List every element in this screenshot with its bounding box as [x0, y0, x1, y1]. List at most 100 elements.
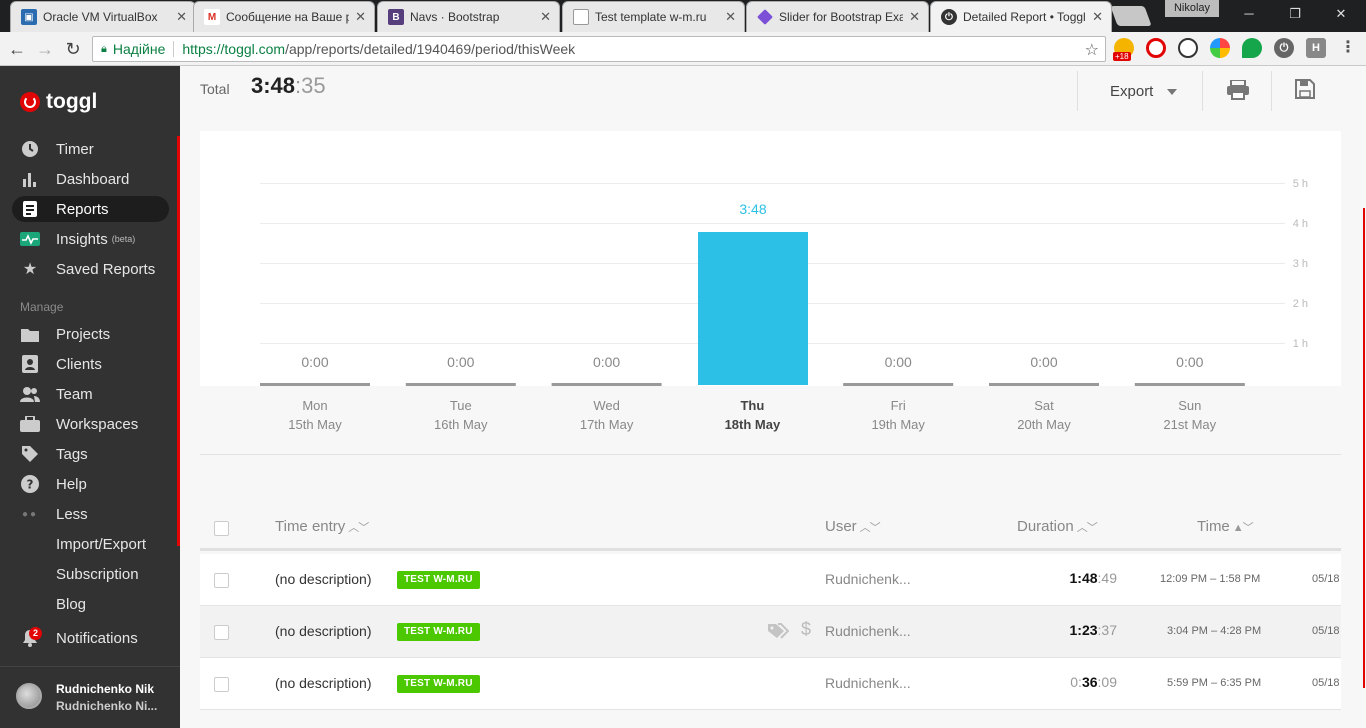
divider — [1202, 71, 1203, 111]
sidebar-item-subscription[interactable]: Subscription — [12, 561, 169, 587]
chart-bar — [405, 383, 516, 386]
project-tag[interactable]: TEST W-M.RU — [397, 675, 480, 693]
close-tab-icon[interactable]: ✕ — [909, 9, 920, 25]
sidebar-item-workspaces[interactable]: Workspaces — [12, 411, 169, 437]
close-tab-icon[interactable]: ✕ — [176, 9, 187, 25]
sidebar-item-dashboard[interactable]: Dashboard — [12, 166, 169, 192]
sidebar-item-import-export[interactable]: Import/Export — [12, 531, 169, 557]
sidebar-item-reports[interactable]: Reports — [12, 196, 169, 222]
billable-dollar-icon[interactable]: $ — [801, 619, 811, 640]
x-tick-label: Mon 15th May — [260, 396, 370, 434]
total-label: Total — [200, 81, 230, 97]
bar-value-label: 3:48 — [739, 201, 766, 217]
sidebar-item-label: Subscription — [56, 565, 139, 583]
tab-title: Test template w-m.ru — [595, 10, 707, 24]
y-tick-label: 3 h — [1293, 258, 1308, 270]
table-row[interactable]: (no description) TEST W-M.RU $ Rudnichen… — [200, 606, 1341, 658]
browser-tab-toggl[interactable]: ⏻ Detailed Report • Toggl ✕ — [930, 1, 1112, 32]
opera-icon[interactable] — [1146, 38, 1166, 58]
sidebar-item-clients[interactable]: Clients — [12, 351, 169, 377]
tab-title: Сообщение на Ваше р — [226, 10, 350, 24]
sync-icon[interactable] — [1178, 38, 1198, 58]
address-bar[interactable]: 🔒︎ Надійне https://toggl.com /app/report… — [92, 36, 1106, 62]
colorful-extension-icon[interactable] — [1210, 38, 1230, 58]
column-header-user[interactable]: User ︿﹀ — [825, 518, 881, 535]
print-icon[interactable] — [1226, 79, 1250, 100]
new-tab-button[interactable] — [1110, 6, 1152, 26]
entry-time-range[interactable]: 3:04 PM – 4:28 PM — [1167, 625, 1261, 637]
entry-description[interactable]: (no description) — [275, 623, 372, 639]
page-icon — [573, 9, 589, 25]
table-row[interactable]: (no description) TEST W-M.RU Rudnichenk.… — [200, 658, 1341, 710]
h-extension-icon[interactable]: H — [1306, 38, 1326, 58]
toggl-icon: ⏻ — [941, 9, 957, 25]
day-name: Tue — [449, 398, 472, 413]
duration-main: 36 — [1081, 674, 1098, 690]
close-window-icon[interactable]: ✕ — [1318, 0, 1364, 30]
scroll-indicator — [1363, 208, 1365, 688]
column-header-duration[interactable]: Duration ︿﹀ — [1017, 518, 1098, 535]
entry-time-range[interactable]: 5:59 PM – 6:35 PM — [1167, 677, 1261, 689]
profile-badge[interactable]: Nikolay — [1165, 0, 1219, 17]
sidebar-item-timer[interactable]: Timer — [12, 136, 169, 162]
minimize-icon[interactable]: ─ — [1226, 0, 1272, 30]
user-menu[interactable]: Rudnichenko Nik Rudnichenko Ni... — [0, 666, 180, 728]
row-checkbox[interactable] — [214, 573, 229, 588]
maximize-icon[interactable]: ❐ — [1272, 0, 1318, 30]
project-tag[interactable]: TEST W-M.RU — [397, 623, 480, 641]
power-extension-icon[interactable]: ⏻ — [1274, 38, 1294, 58]
bookmark-star-icon[interactable]: ☆ — [1085, 40, 1099, 60]
menu-dots-icon[interactable]: ⋮ — [1338, 38, 1358, 58]
sort-asc-icon: ▲﹀ — [1232, 521, 1254, 534]
entry-duration[interactable]: 1:48:49 — [1070, 570, 1118, 586]
select-all-checkbox[interactable] — [214, 521, 229, 536]
sidebar-item-team[interactable]: Team — [12, 381, 169, 407]
close-tab-icon[interactable]: ✕ — [540, 9, 551, 25]
sidebar-item-tags[interactable]: Tags — [12, 441, 169, 467]
entry-date: 05/18 — [1312, 625, 1340, 637]
close-tab-icon[interactable]: ✕ — [355, 9, 366, 25]
entry-time-range[interactable]: 12:09 PM – 1:58 PM — [1160, 573, 1260, 585]
save-icon[interactable] — [1295, 79, 1317, 101]
row-checkbox[interactable] — [214, 677, 229, 692]
sidebar-item-projects[interactable]: Projects — [12, 321, 169, 347]
tab-title: Slider for Bootstrap Exa — [779, 10, 904, 24]
column-header-time-entry[interactable]: Time entry ︿﹀ — [275, 518, 369, 535]
star-icon: ★ — [22, 261, 38, 278]
browser-tab-template[interactable]: Test template w-m.ru ✕ — [562, 1, 745, 32]
toggl-logo[interactable]: toggl — [20, 90, 97, 114]
sidebar-item-help[interactable]: ? Help — [12, 471, 169, 497]
export-dropdown[interactable]: Export — [1110, 83, 1178, 100]
sidebar-item-less[interactable]: ●● Less — [12, 501, 169, 527]
divider — [1077, 71, 1078, 111]
sidebar-item-blog[interactable]: Blog — [12, 591, 169, 617]
sidebar-item-insights[interactable]: Insights (beta) — [12, 226, 169, 252]
y-tick-label: 2 h — [1293, 298, 1308, 310]
row-checkbox[interactable] — [214, 625, 229, 640]
sidebar-item-saved-reports[interactable]: ★ Saved Reports — [12, 256, 169, 282]
entry-duration[interactable]: 0:36:09 — [1070, 674, 1117, 690]
evernote-icon[interactable] — [1242, 38, 1262, 58]
tags-icon[interactable] — [767, 622, 790, 640]
sidebar: toggl Timer Dashboard Reports Insights (… — [0, 66, 180, 728]
entry-description[interactable]: (no description) — [275, 571, 372, 587]
browser-tab-gmail[interactable]: M Сообщение на Ваше р ✕ — [193, 1, 375, 32]
divider — [1271, 71, 1272, 111]
sidebar-item-label: Blog — [56, 595, 87, 613]
day-date: 18th May — [724, 417, 781, 432]
close-tab-icon[interactable]: ✕ — [1092, 9, 1103, 25]
back-icon[interactable]: ← — [6, 38, 28, 60]
browser-tab-bootstrap[interactable]: B Navs · Bootstrap ✕ — [377, 1, 560, 32]
report-main: Total 3:48:35 Export 1 h2 h3 h4 h5 h 0:00… — [180, 66, 1366, 728]
entry-description[interactable]: (no description) — [275, 675, 372, 691]
reload-icon[interactable]: ↻ — [62, 38, 84, 60]
project-tag[interactable]: TEST W-M.RU — [397, 571, 480, 589]
browser-tab-virtualbox[interactable]: ▣ Oracle VM VirtualBox ✕ — [10, 1, 196, 32]
entry-duration[interactable]: 1:23:37 — [1070, 622, 1118, 638]
column-header-time[interactable]: Time ▲﹀ — [1197, 518, 1254, 535]
browser-tab-slider[interactable]: Slider for Bootstrap Exa ✕ — [746, 1, 929, 32]
close-tab-icon[interactable]: ✕ — [725, 9, 736, 25]
table-row[interactable]: (no description) TEST W-M.RU Rudnichenk.… — [200, 554, 1341, 606]
avatar — [16, 683, 42, 709]
forward-icon[interactable]: → — [34, 38, 56, 60]
